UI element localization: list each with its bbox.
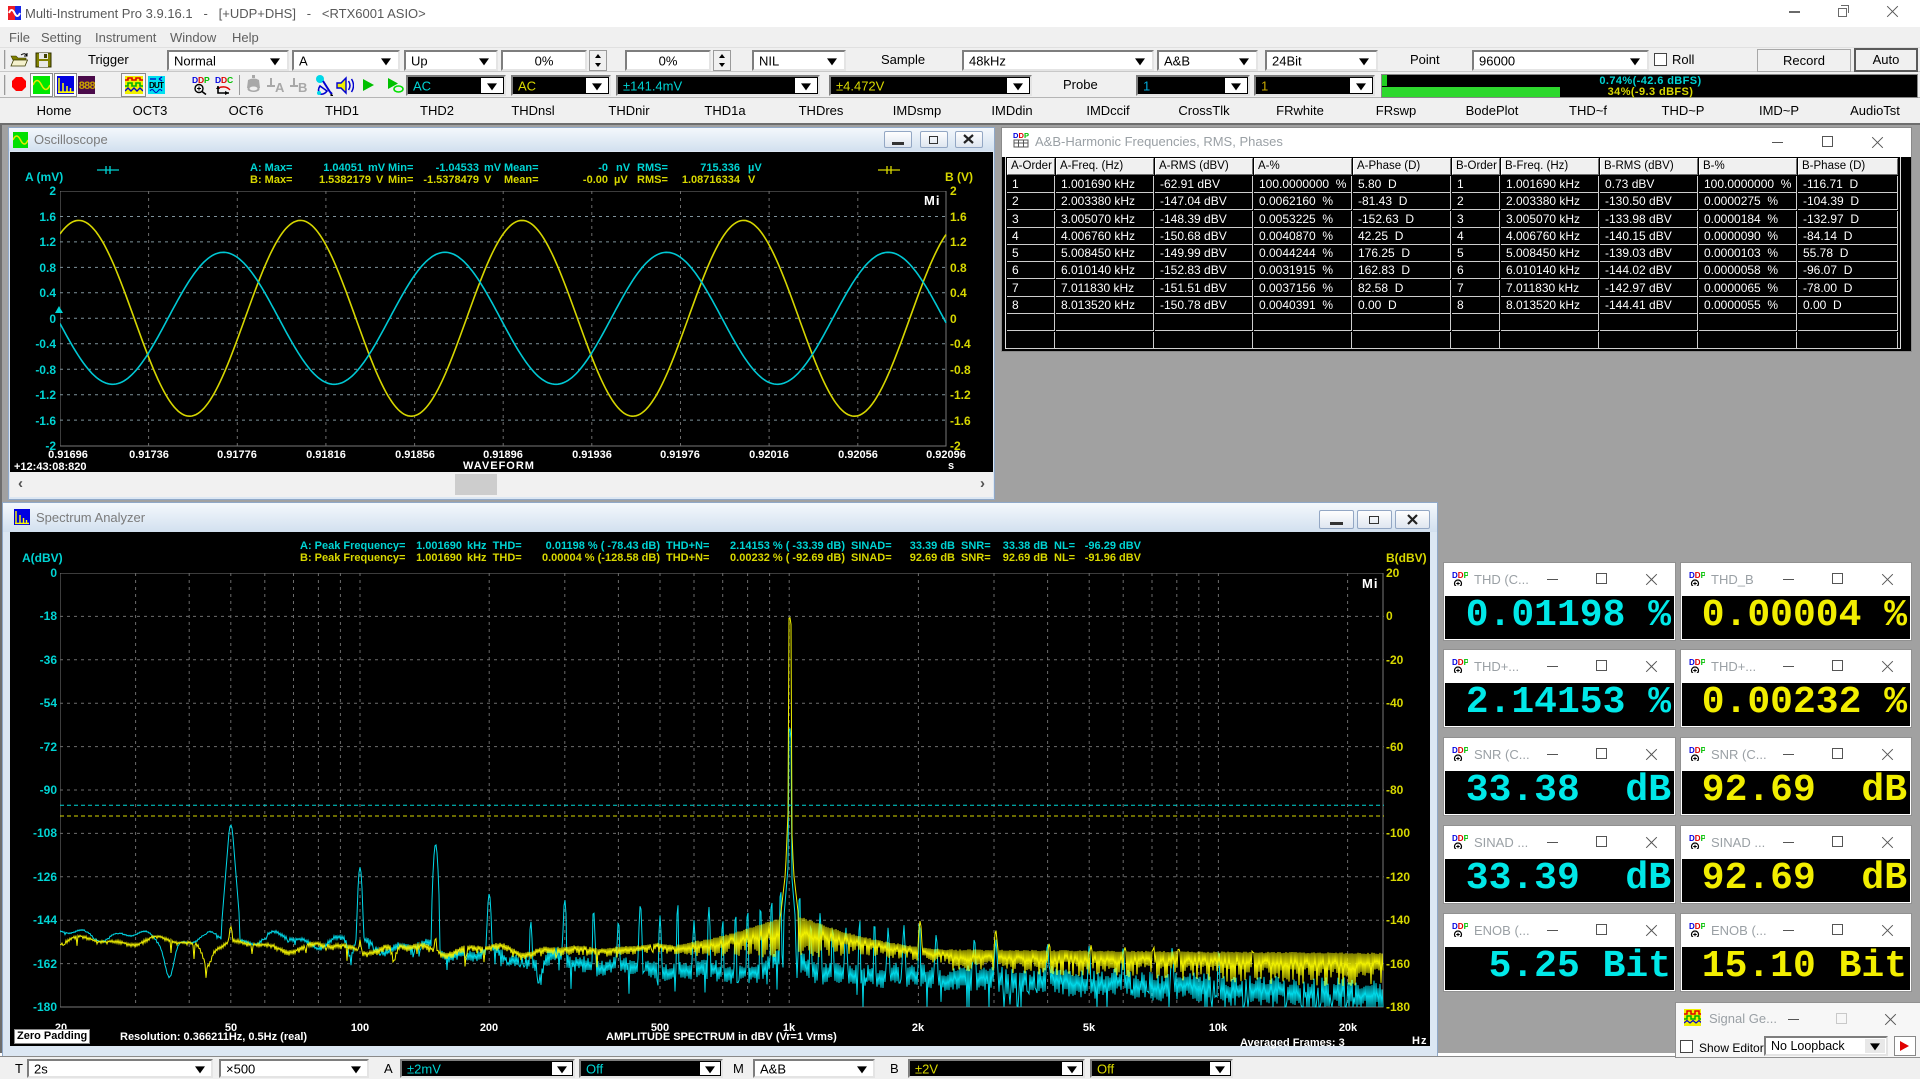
svg-text:P: P [204,75,210,85]
svg-text:P: P [1701,658,1705,667]
svg-text:P: P [1464,658,1468,667]
svg-text:P: P [1464,571,1468,580]
svg-text:P: P [1701,571,1705,580]
svg-text:B: B [298,80,307,94]
svg-text:P: P [1464,834,1468,843]
svg-text:P: P [1701,746,1705,755]
svg-text:DUT: DUT [149,81,164,90]
svg-text:P: P [1464,922,1468,931]
svg-text:P: P [1701,834,1705,843]
svg-text:P: P [1024,131,1029,140]
svg-text:A: A [275,80,285,94]
svg-text:P: P [1464,746,1468,755]
svg-text:C: C [227,75,233,85]
svg-text:P: P [1701,922,1705,931]
svg-text:888: 888 [79,81,96,93]
